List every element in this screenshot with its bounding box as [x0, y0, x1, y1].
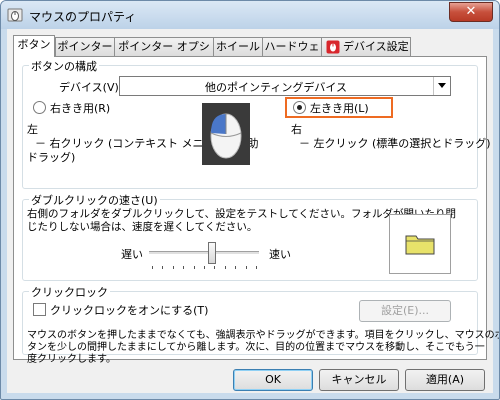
slow-label: 遅い — [121, 248, 143, 261]
right-hand-radio[interactable] — [33, 101, 46, 114]
tab-label: ホイール — [216, 40, 260, 53]
right-hand-label: 右きき用(R) — [50, 102, 111, 115]
button-config-title: ボタンの構成 — [29, 58, 99, 74]
slider-thumb[interactable] — [208, 242, 216, 264]
click-lock-title: クリックロック — [29, 284, 110, 300]
click-lock-line3: 度クリックします。 — [27, 354, 116, 365]
device-label: デバイス(V): — [59, 81, 123, 94]
close-icon: ✕ — [465, 4, 477, 19]
right-description-line1: － 左クリック (標準の選択とドラッグ) — [299, 137, 491, 150]
ok-label: OK — [265, 373, 281, 386]
mouse-icon — [7, 8, 23, 22]
slider-tick — [214, 266, 215, 269]
test-folder-box[interactable] — [389, 214, 451, 274]
button-config-group: ボタンの構成 デバイス(V): 他のポインティングデバイス 右きき用(R) 左き… — [22, 58, 491, 189]
device-settings-icon — [326, 40, 340, 54]
device-select[interactable]: 他のポインティングデバイス — [119, 76, 451, 96]
dialog-client-area: ボタン ポインター ポインター オプション ホイール ハードウェア デバイス設定… — [7, 29, 499, 393]
slider-tick — [194, 266, 195, 269]
click-lock-checkbox-label: クリックロックをオンにする(T) — [50, 304, 209, 317]
apply-label: 適用(A) — [425, 373, 465, 386]
tab-label: ボタン — [17, 38, 51, 51]
slider-tick — [162, 266, 163, 269]
tab-device-settings[interactable]: デバイス設定 — [321, 37, 411, 56]
click-lock-checkbox[interactable] — [33, 303, 46, 316]
slider-tick — [204, 266, 205, 269]
double-click-line2: じたりしない場合は、速度を遅くしてください。 — [27, 221, 258, 233]
apply-button[interactable]: 適用(A) — [405, 369, 485, 391]
click-lock-settings-button[interactable]: 設定(E)... — [359, 300, 451, 322]
window-title: マウスのプロパティ — [29, 10, 137, 24]
device-value: 他のポインティングデバイス — [204, 81, 347, 94]
folder-icon — [405, 235, 435, 255]
slider-tick — [173, 266, 174, 269]
double-click-group: ダブルクリックの速さ(U) 右側のフォルダをダブルクリックして、設定をテストして… — [22, 192, 478, 281]
left-description-line2: ドラッグ) — [27, 151, 76, 164]
cancel-button[interactable]: キャンセル — [319, 369, 399, 391]
tab-buttons[interactable]: ボタン — [13, 35, 55, 57]
slider-tick — [152, 266, 153, 269]
ok-button[interactable]: OK — [233, 369, 313, 391]
settings-button-label: 設定(E)... — [380, 304, 430, 317]
slider-tick — [235, 266, 236, 269]
close-button[interactable]: ✕ — [449, 2, 493, 22]
double-click-speed-slider[interactable] — [149, 242, 259, 272]
slider-tick — [246, 266, 247, 269]
slider-tick — [225, 266, 226, 269]
mouse-properties-window: マウスのプロパティ ✕ ボタン ポインター ポインター オプション ホイール ハ… — [0, 0, 500, 400]
tab-wheel[interactable]: ホイール — [213, 37, 263, 56]
chevron-down-icon — [438, 83, 446, 88]
tab-label: ポインター — [57, 40, 113, 53]
title-bar[interactable]: マウスのプロパティ ✕ — [1, 1, 499, 29]
slider-tick — [183, 266, 184, 269]
fast-label: 速い — [269, 248, 291, 261]
tab-label: デバイス設定 — [343, 40, 409, 53]
cancel-label: キャンセル — [331, 373, 387, 386]
buttons-tab-panel: ボタンの構成 デバイス(V): 他のポインティングデバイス 右きき用(R) 左き… — [13, 56, 499, 365]
left-hand-radio[interactable] — [293, 101, 306, 114]
slider-tick — [256, 266, 257, 269]
tab-hardware[interactable]: ハードウェア — [262, 37, 322, 71]
click-lock-group: クリックロック クリックロックをオンにする(T) 設定(E)... マウスのボタ… — [22, 284, 499, 365]
tab-pointers[interactable]: ポインター — [55, 37, 115, 56]
mouse-image — [202, 103, 250, 165]
left-hand-label: 左きき用(L) — [310, 102, 369, 115]
dropdown-arrow[interactable] — [433, 77, 450, 95]
slider-track — [149, 251, 259, 255]
tab-pointer-options[interactable]: ポインター オプション — [114, 37, 214, 71]
